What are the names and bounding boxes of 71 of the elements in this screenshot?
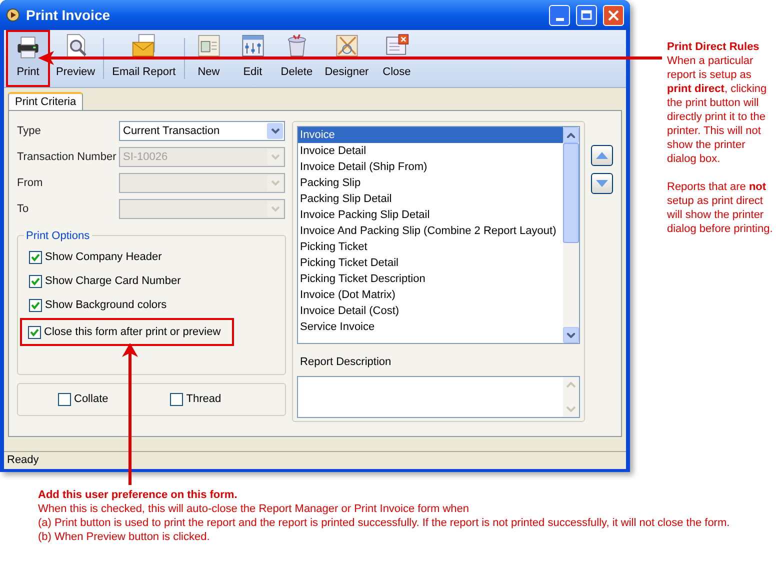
- triangle-up-icon: [596, 152, 608, 159]
- chevron-down-icon: [270, 154, 280, 160]
- toolbar-button[interactable]: Print: [6, 30, 50, 87]
- field-label: To: [17, 202, 30, 217]
- checkbox[interactable]: [58, 393, 71, 406]
- triangle-down-icon: [596, 180, 608, 187]
- checkbox-label[interactable]: Show Charge Card Number: [45, 272, 181, 290]
- chevron-down-icon: [270, 206, 280, 212]
- checkbox-label[interactable]: Thread: [186, 391, 222, 408]
- status-text: Ready: [7, 453, 39, 468]
- field-label: Report Description: [300, 355, 392, 370]
- annotation-title: Print Direct Rules: [667, 40, 760, 54]
- checkbox[interactable]: [29, 274, 42, 288]
- list-item[interactable]: Packing Slip: [298, 175, 563, 191]
- field-label: From: [17, 176, 44, 191]
- chevron-down-icon: [270, 180, 280, 186]
- checkbox-label[interactable]: Close this form after print or preview: [44, 324, 221, 340]
- dropdown[interactable]: Current Transaction: [119, 121, 285, 141]
- checkbox[interactable]: [29, 298, 42, 312]
- field-label: Type: [17, 124, 42, 139]
- move-up-button[interactable]: [591, 145, 613, 166]
- toolbar-button[interactable]: Designer: [318, 30, 375, 87]
- minimize-button[interactable]: [549, 4, 570, 26]
- annotation-title: Add this user preference on this form.: [38, 488, 238, 502]
- list-item[interactable]: Invoice Detail (Cost): [298, 303, 563, 319]
- scroll-thumb[interactable]: [563, 143, 579, 243]
- group-title: Print Options: [24, 228, 92, 244]
- tab[interactable]: Print Criteria: [8, 92, 84, 110]
- report-list[interactable]: [297, 126, 580, 344]
- list-item[interactable]: Picking Ticket: [298, 239, 563, 255]
- close-button[interactable]: [603, 4, 624, 26]
- list-item[interactable]: Packing Slip Detail: [298, 191, 563, 207]
- maximize-icon: [581, 10, 592, 20]
- field-label: Transaction Number: [17, 150, 118, 165]
- scrollbar[interactable]: [563, 127, 579, 343]
- maximize-button[interactable]: [576, 4, 597, 26]
- scroll-up-icon[interactable]: [563, 127, 579, 143]
- toolbar-button[interactable]: Delete: [274, 30, 319, 87]
- annotation-text: When this is checked, this will auto-close the Report Manager or Print Invoice form when: [38, 502, 470, 516]
- toolbar-button[interactable]: Preview: [50, 30, 102, 87]
- toolbar-button[interactable]: Edit: [230, 30, 275, 87]
- list-item[interactable]: Service Invoice: [298, 319, 563, 335]
- annotation-text: (a) Print button is used to print the report and the report is printed successfully. If the report is not printed successfully, it will not close the form.: [38, 516, 731, 530]
- chevron-down-icon: [270, 128, 280, 134]
- list-item[interactable]: Invoice Packing Slip Detail: [298, 207, 563, 223]
- list-item[interactable]: Picking Ticket Description: [298, 271, 563, 287]
- description-box[interactable]: [297, 376, 580, 418]
- list-item[interactable]: Invoice (Dot Matrix): [298, 287, 563, 303]
- annotation-text: (b) When Preview button is clicked.: [38, 530, 211, 544]
- app-icon: [6, 8, 20, 22]
- checkbox-label[interactable]: Show Company Header: [45, 248, 162, 266]
- list-item[interactable]: Invoice And Packing Slip (Combine 2 Report Layout): [298, 223, 563, 239]
- scroll-down-icon[interactable]: [563, 327, 579, 343]
- checkbox-label[interactable]: Collate: [74, 391, 108, 408]
- annotation-text: When a particular report is setup as print direct, clicking the print button will directly print it to the printer. This will not show the printer dialog box.: [667, 54, 768, 166]
- window-title: Print Invoice: [26, 6, 112, 24]
- checkbox-label[interactable]: Show Background colors: [45, 296, 167, 314]
- toolbar-button[interactable]: Email Report: [106, 30, 182, 87]
- list-item[interactable]: Picking Ticket Detail: [298, 255, 563, 271]
- checkbox[interactable]: [170, 393, 184, 406]
- checkbox[interactable]: [28, 326, 41, 338]
- list-item[interactable]: Invoice: [298, 127, 563, 143]
- move-down-button[interactable]: [591, 173, 613, 194]
- list-item[interactable]: Invoice Detail (Ship From): [298, 159, 563, 175]
- checkbox[interactable]: [29, 250, 42, 264]
- list-item[interactable]: Invoice Detail: [298, 143, 563, 159]
- minimize-icon: [556, 18, 564, 20]
- toolbar-button[interactable]: New: [186, 30, 231, 87]
- annotation-text: Reports that are not setup as print direct will show the printer dialog before printing.: [667, 180, 774, 236]
- toolbar-button[interactable]: Close: [374, 30, 419, 87]
- close-icon: [608, 10, 619, 20]
